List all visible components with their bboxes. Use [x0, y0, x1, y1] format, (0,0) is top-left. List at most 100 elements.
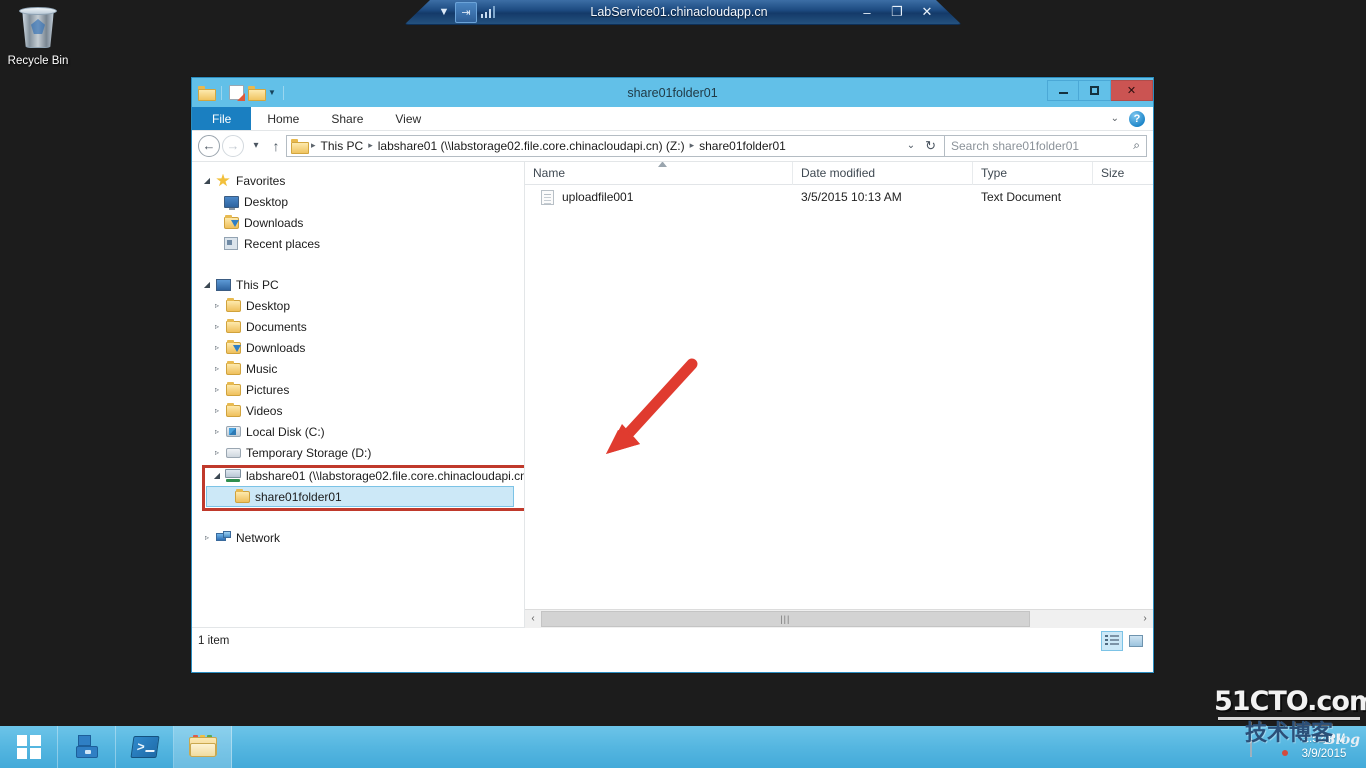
tab-home[interactable]: Home: [251, 107, 315, 130]
tree-item-labshare01[interactable]: ◢ labshare01 (\\labstorage02.file.core.c…: [192, 465, 524, 486]
file-name-cell[interactable]: uploadfile001: [525, 189, 793, 205]
tree-item-videos[interactable]: ▹ Videos: [192, 400, 524, 421]
ribbon-tab-strip: File Home Share View ⌄ ?: [192, 107, 1153, 131]
chevron-down-icon[interactable]: ▼: [268, 88, 276, 97]
star-icon: [214, 173, 232, 188]
monitor-icon: [222, 195, 240, 210]
tree-item-this-pc[interactable]: ◢ This PC: [192, 274, 524, 295]
table-row[interactable]: uploadfile001 3/5/2015 10:13 AM Text Doc…: [525, 185, 1153, 209]
tree-item-desktop[interactable]: ▹ Desktop: [192, 295, 524, 316]
watermark-line3: Blog: [1323, 732, 1360, 748]
breadcrumb-item-share01folder01[interactable]: share01folder01: [696, 139, 789, 153]
action-center-flag-icon[interactable]: [1250, 738, 1266, 757]
expander-icon[interactable]: ▹: [210, 448, 224, 457]
expander-icon[interactable]: ▹: [210, 385, 224, 394]
tree-item-label: Network: [236, 530, 281, 545]
back-button[interactable]: ←: [198, 134, 220, 157]
expander-icon[interactable]: ▹: [210, 364, 224, 373]
tree-item-network[interactable]: ▹ Network: [192, 527, 524, 548]
expander-icon[interactable]: ▹: [210, 301, 224, 310]
column-header-row: Name Date modified Type Size: [525, 161, 1153, 185]
horizontal-scrollbar[interactable]: ‹ ||| ›: [525, 609, 1153, 628]
new-folder-icon[interactable]: [248, 86, 266, 101]
column-header-type[interactable]: Type: [973, 161, 1093, 185]
maximize-button[interactable]: [1079, 80, 1111, 101]
navigation-pane[interactable]: ◢ Favorites Desktop Downloads Recent pla…: [192, 162, 525, 627]
tree-item-documents[interactable]: ▹ Documents: [192, 316, 524, 337]
expander-icon[interactable]: ▹: [200, 533, 214, 542]
rdp-close-button[interactable]: ✕: [919, 4, 935, 20]
clock-date: 3/9/2015: [1301, 748, 1347, 760]
tree-item-label: Videos: [246, 403, 283, 418]
search-icon[interactable]: ⌕: [1133, 138, 1140, 153]
pin-icon[interactable]: ⇥: [455, 1, 477, 23]
item-count-label: 1 item: [198, 634, 230, 647]
address-dropdown-icon[interactable]: ⌄: [901, 140, 921, 151]
tree-item-desktop-fav[interactable]: Desktop: [192, 191, 524, 212]
tree-item-downloads[interactable]: ▹ Downloads: [192, 337, 524, 358]
start-button[interactable]: [0, 726, 58, 768]
tree-item-share01folder01[interactable]: share01folder01: [206, 486, 514, 507]
desktop-icon-recycle-bin[interactable]: Recycle Bin: [6, 6, 70, 68]
expander-icon[interactable]: ◢: [210, 471, 224, 480]
up-button[interactable]: ↑: [266, 135, 286, 157]
search-placeholder: Search share01folder01: [951, 138, 1080, 153]
expander-icon[interactable]: ▹: [210, 406, 224, 415]
column-header-size[interactable]: Size: [1093, 162, 1153, 185]
taskbar-item-powershell[interactable]: [116, 726, 174, 768]
tab-share[interactable]: Share: [315, 107, 379, 130]
tree-item-recent-places[interactable]: Recent places: [192, 233, 524, 254]
recent-locations-button[interactable]: ▾: [246, 135, 266, 157]
downloads-folder-icon: [224, 339, 242, 354]
minimize-button[interactable]: [1047, 80, 1079, 101]
text-document-icon: [541, 189, 554, 205]
tab-view[interactable]: View: [379, 107, 437, 130]
expander-icon[interactable]: ▹: [210, 343, 224, 352]
taskbar-item-server-manager[interactable]: [58, 726, 116, 768]
tree-item-label: Temporary Storage (D:): [246, 445, 372, 460]
tab-file[interactable]: File: [192, 107, 252, 130]
network-status-icon[interactable]: [1274, 741, 1288, 756]
breadcrumb-separator: ▸: [311, 140, 316, 150]
scrollbar-track[interactable]: |||: [541, 609, 1137, 628]
close-button[interactable]: ✕: [1111, 80, 1153, 101]
breadcrumb-item-labshare01[interactable]: labshare01 (\\labstorage02.file.core.chi…: [375, 139, 688, 153]
scroll-right-button[interactable]: ›: [1137, 609, 1153, 628]
expander-icon[interactable]: ▹: [210, 427, 224, 436]
details-view-button[interactable]: [1101, 630, 1123, 651]
watermark-line1: 51CTO.com: [1214, 686, 1366, 717]
chevron-down-icon[interactable]: ⌄: [1111, 113, 1119, 124]
tree-item-music[interactable]: ▹ Music: [192, 358, 524, 379]
tree-item-label: Downloads: [244, 215, 304, 230]
chevron-down-icon[interactable]: ▼: [433, 2, 455, 23]
large-icons-view-button[interactable]: [1125, 631, 1147, 651]
column-header-date-modified[interactable]: Date modified: [793, 161, 973, 185]
expander-icon[interactable]: ◢: [200, 280, 214, 289]
divider: [282, 85, 284, 100]
tree-item-pictures[interactable]: ▹ Pictures: [192, 379, 524, 400]
scroll-left-button[interactable]: ‹: [525, 609, 541, 628]
signal-bars-icon[interactable]: [477, 2, 499, 23]
help-icon[interactable]: ?: [1129, 110, 1145, 127]
tree-item-label: labshare01 (\\labstorage02.file.core.chi…: [246, 468, 525, 483]
refresh-icon[interactable]: ↻: [921, 138, 940, 154]
breadcrumb-item-this-pc[interactable]: This PC: [318, 139, 367, 153]
breadcrumb[interactable]: ▸ This PC ▸ labshare01 (\\labstorage02.f…: [286, 134, 945, 157]
rdp-minimize-button[interactable]: –: [859, 5, 875, 20]
scrollbar-thumb[interactable]: |||: [541, 610, 1030, 627]
folder-icon: [233, 488, 251, 503]
tree-item-temporary-storage-d[interactable]: ▹ Temporary Storage (D:): [192, 442, 524, 463]
expander-icon[interactable]: ◢: [200, 176, 214, 185]
search-input[interactable]: Search share01folder01 ⌕: [945, 134, 1147, 157]
tree-item-favorites[interactable]: ◢ Favorites: [192, 170, 524, 191]
tree-item-local-disk-c[interactable]: ▹ Local Disk (C:): [192, 421, 524, 442]
rdp-session-title: LabService01.chinacloudapp.cn: [590, 5, 768, 19]
folder-icon[interactable]: [198, 86, 216, 101]
tree-item-downloads-fav[interactable]: Downloads: [192, 212, 524, 233]
rdp-restore-button[interactable]: ❐: [889, 4, 905, 20]
tree-item-label: Desktop: [244, 194, 289, 209]
properties-icon[interactable]: [229, 85, 244, 100]
taskbar-item-file-explorer[interactable]: [174, 726, 232, 768]
expander-icon[interactable]: ▹: [210, 322, 224, 331]
forward-button[interactable]: →: [222, 134, 244, 157]
